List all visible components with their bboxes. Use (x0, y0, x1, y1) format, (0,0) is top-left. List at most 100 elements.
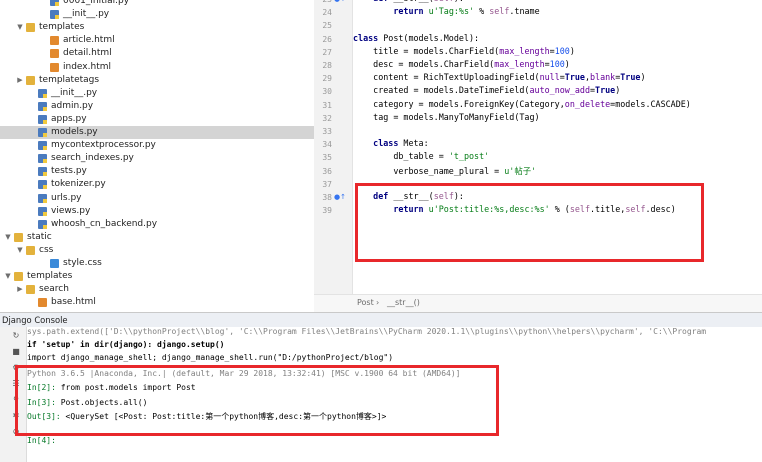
tree-item-label: models.py (51, 127, 98, 137)
tree-item[interactable]: __init__.py (0, 87, 314, 100)
override-marker-icon[interactable]: ●↑ (334, 0, 346, 3)
line-number: 39 (322, 206, 332, 216)
tree-item[interactable]: views.py (0, 205, 314, 218)
tree-item-label: static (27, 231, 52, 242)
tree-item[interactable]: ▶ search (0, 283, 314, 296)
tree-item[interactable]: apps.py (0, 113, 314, 126)
code-line[interactable]: content = RichTextUploadingField(null=Tr… (353, 72, 645, 82)
line-number: 29 (322, 74, 332, 84)
tree-item[interactable]: ▼ templates (0, 270, 314, 283)
tree-item[interactable]: ▼ static (0, 231, 314, 244)
tree-item-label: article.html (63, 35, 115, 46)
tree-item[interactable]: article.html (0, 34, 314, 47)
code-token: class (373, 138, 399, 149)
code-line[interactable]: class Post(models.Model): (353, 33, 479, 43)
code-token: max_length (499, 45, 550, 56)
folder-icon (26, 75, 35, 85)
py-file-icon (38, 219, 47, 229)
chevron-down-icon[interactable]: ▼ (4, 270, 12, 283)
tree-item[interactable]: ▶ templatetags (0, 74, 314, 87)
tree-item[interactable]: __init__.py (0, 8, 314, 21)
tree-item-label: apps.py (51, 113, 87, 124)
breadcrumb-class[interactable]: Post (357, 298, 374, 307)
tree-item-label: views.py (51, 205, 91, 216)
code-line[interactable]: def __str__(self): (353, 0, 464, 3)
code-line[interactable]: desc = models.CharField(max_length=100) (353, 59, 570, 69)
console-prompt: In[4]: (27, 436, 56, 445)
py-file-icon (50, 10, 59, 20)
tree-item-label: mycontextprocessor.py (51, 140, 156, 151)
tree-item[interactable]: style.css (0, 257, 314, 270)
chevron-down-icon[interactable]: ▼ (4, 231, 12, 244)
tree-item[interactable]: base.html (0, 296, 314, 309)
tree-item-label: admin.py (51, 100, 94, 111)
code-token: def (373, 0, 388, 3)
line-number: 28 (322, 61, 332, 70)
code-token: blank (590, 72, 616, 83)
code-token: self (489, 6, 510, 17)
line-number: 34 (322, 140, 332, 150)
py-file-icon (38, 128, 47, 137)
code-line[interactable]: created = models.DateTimeField(auto_now_… (353, 85, 620, 95)
chevron-down-icon[interactable]: ▼ (16, 21, 24, 34)
tree-item[interactable]: ▼ templates (0, 21, 314, 34)
tree-item[interactable]: tests.py (0, 165, 314, 178)
code-line[interactable]: category = models.ForeignKey(Category,on… (353, 99, 691, 109)
code-token: =models.CASCADE) (610, 98, 691, 109)
line-number: 30 (322, 87, 332, 97)
tree-item-label: base.html (51, 297, 96, 308)
tree-item[interactable]: mycontextprocessor.py (0, 139, 314, 152)
line-number: 38 (322, 193, 332, 202)
chevron-down-icon[interactable]: ▼ (16, 244, 24, 257)
tree-item[interactable]: detail.html (0, 47, 314, 60)
tree-item-label: __init__.py (63, 9, 110, 20)
override-marker-icon[interactable]: ●↑ (334, 193, 346, 201)
rerun-icon[interactable]: ↻ (11, 331, 21, 341)
breadcrumb-separator: › (376, 298, 380, 307)
breadcrumb-method[interactable]: __str__() (387, 298, 420, 307)
breadcrumb: Post › __str__() (314, 294, 762, 313)
tree-item-label: detail.html (63, 48, 112, 59)
code-line[interactable]: tag = models.ManyToManyField(Tag) (353, 112, 539, 122)
code-line[interactable]: title = models.CharField(max_length=100) (353, 46, 575, 56)
folder-icon (26, 23, 35, 33)
tree-item[interactable]: tokenizer.py (0, 178, 314, 191)
py-file-icon (50, 0, 59, 6)
tree-item-label: css (39, 244, 54, 255)
tree-item-label: templatetags (39, 74, 100, 85)
code-token: db_table = (353, 151, 449, 162)
code-token: __str__( (388, 0, 433, 3)
code-line[interactable]: verbose_name_plural = u'帖子' (353, 165, 536, 177)
chevron-right-icon[interactable]: ▶ (16, 74, 24, 87)
tree-item[interactable]: index.html (0, 61, 314, 74)
code-token: auto_now_add (529, 85, 590, 96)
tree-item[interactable]: whoosh_cn_backend.py (0, 218, 314, 231)
line-number: 31 (322, 100, 332, 110)
code-line[interactable]: class Meta: (353, 138, 428, 149)
code-token: u'帖子' (504, 165, 537, 176)
tree-item[interactable]: urls.py (0, 192, 314, 205)
html-file-icon (50, 62, 59, 72)
tree-item[interactable]: search_indexes.py (0, 152, 314, 165)
highlight-box-str-method (355, 183, 704, 262)
console-line: In[4]: (27, 436, 56, 445)
stop-icon[interactable]: ■ (11, 347, 21, 357)
code-token: ) (564, 59, 570, 69)
tree-item[interactable]: admin.py (0, 100, 314, 113)
code-line[interactable]: db_table = 't_post' (353, 151, 489, 161)
tree-item[interactable]: models.py (0, 126, 314, 139)
code-token: 't_post' (448, 151, 490, 162)
chevron-right-icon[interactable]: ▶ (16, 283, 24, 296)
tree-item[interactable]: ▼ css (0, 244, 314, 257)
tree-item[interactable]: 0001_initial.py (0, 0, 314, 8)
py-file-icon (38, 193, 47, 203)
code-token: content = RichTextUploadingField( (353, 72, 540, 83)
code-token: ) (569, 45, 575, 56)
highlight-box-console-output (15, 365, 499, 436)
py-file-icon (38, 141, 47, 151)
console-title[interactable]: Django Console (2, 315, 68, 325)
code-line[interactable]: return u'Tag:%s' % self.tname (353, 6, 539, 17)
project-tree[interactable]: 0001_initial.py __init__.py ▼ templates arti… (0, 0, 314, 312)
